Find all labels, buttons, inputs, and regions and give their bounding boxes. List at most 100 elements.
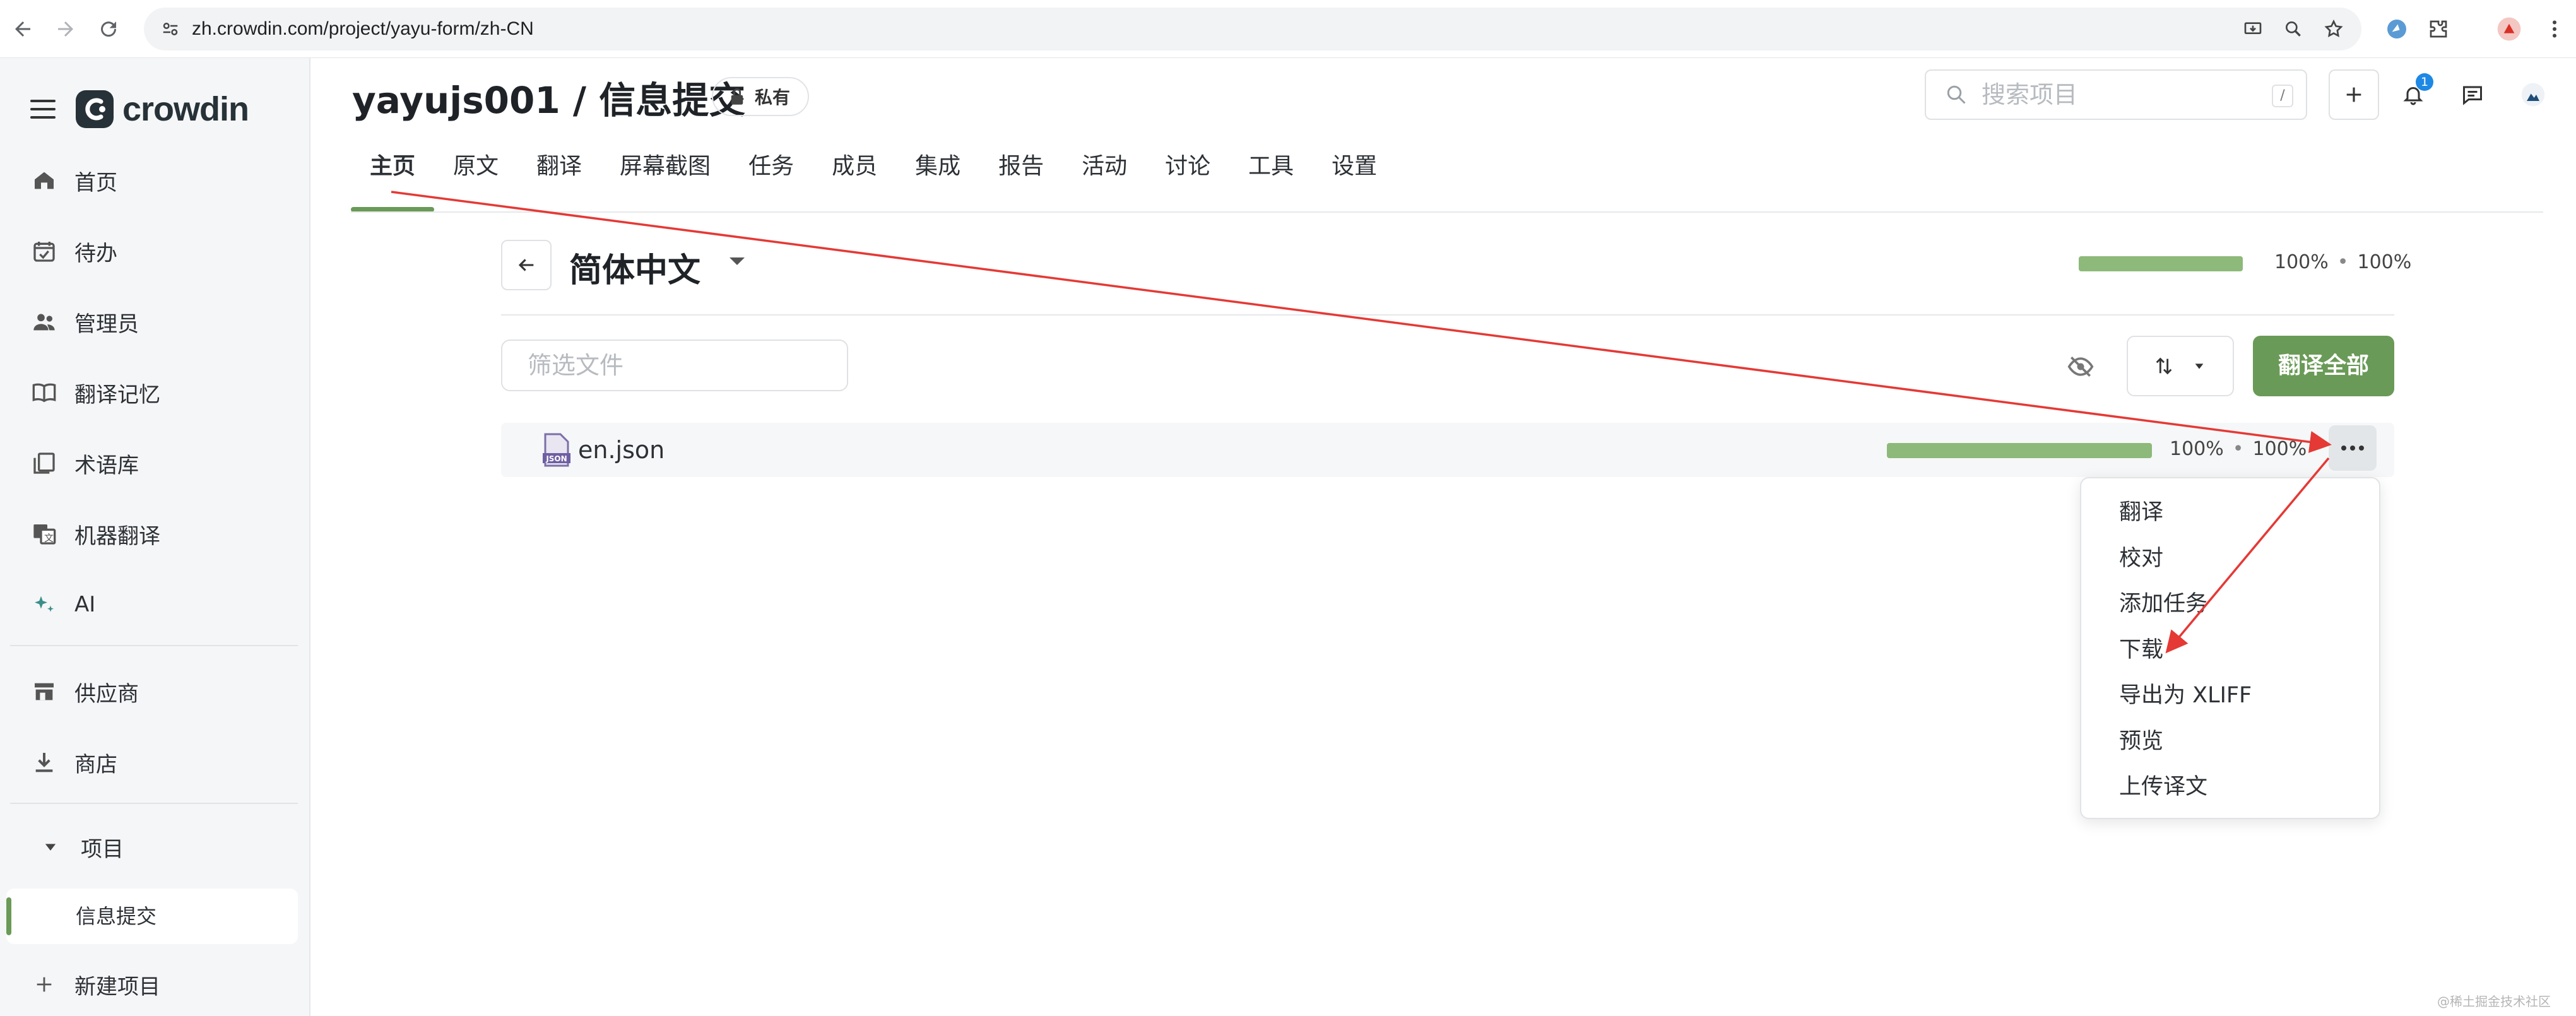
translated-percent: 100% [2274, 251, 2329, 273]
hamburger-menu-icon[interactable] [30, 100, 56, 119]
svg-text:文: 文 [44, 533, 54, 544]
sort-button[interactable] [2127, 336, 2234, 396]
glossary-icon [30, 449, 58, 477]
user-avatar[interactable] [2508, 69, 2558, 120]
menu-item-translate[interactable]: 翻译 [2081, 490, 2379, 536]
menu-item-download[interactable]: 下载 [2081, 627, 2379, 673]
language-dropdown-caret-icon[interactable] [730, 257, 745, 265]
filter-files[interactable] [501, 340, 848, 391]
project-tabs: 主页 原文 翻译 屏幕截图 任务 成员 集成 报告 活动 讨论 工具 设置 [351, 144, 1396, 212]
translate-all-button[interactable]: 翻译全部 [2253, 336, 2394, 396]
messages-button[interactable] [2447, 69, 2498, 120]
bookmark-star-icon[interactable] [2319, 14, 2349, 44]
add-button[interactable] [2329, 69, 2379, 120]
json-file-icon: JSON [541, 433, 572, 467]
notification-badge: 1 [2416, 73, 2433, 91]
book-icon [30, 379, 58, 406]
tab-screenshots[interactable]: 屏幕截图 [601, 144, 730, 212]
file-context-menu: 翻译 校对 添加任务 下载 导出为 XLIFF 预览 上传译文 [2080, 477, 2380, 819]
language-progress-bar [2079, 256, 2243, 271]
tab-reports[interactable]: 报告 [979, 144, 1063, 212]
caret-down-icon [2192, 359, 2206, 373]
projects-section-label: 项目 [81, 836, 124, 862]
language-progress-text: 100% • 100% [2274, 251, 2412, 273]
translated-percent: 100% [2170, 438, 2224, 460]
sidebar-item-home[interactable]: 首页 [30, 154, 295, 207]
sidebar-item-ai[interactable]: AI [30, 578, 295, 631]
tab-settings[interactable]: 设置 [1313, 144, 1396, 212]
file-progress-bar [1887, 443, 2152, 458]
install-app-icon[interactable] [2238, 14, 2268, 44]
tab-tasks[interactable]: 任务 [730, 144, 813, 212]
forward-arrow-icon[interactable] [48, 11, 83, 47]
search-icon [1945, 83, 1968, 106]
private-label: 私有 [755, 87, 791, 108]
search-input[interactable] [1982, 81, 2247, 109]
back-arrow-icon[interactable] [5, 11, 40, 47]
zoom-icon[interactable] [2278, 14, 2308, 44]
sidebar-item-todo[interactable]: 待办 [30, 225, 295, 278]
extension-blue-icon[interactable] [2379, 11, 2414, 47]
private-badge[interactable]: 私有 [712, 77, 810, 116]
people-icon [30, 308, 58, 336]
tab-activity[interactable]: 活动 [1063, 144, 1146, 212]
notifications-button[interactable]: 1 [2388, 69, 2438, 120]
more-actions-button[interactable] [2329, 425, 2377, 471]
site-settings-icon[interactable] [155, 14, 186, 44]
projects-section-toggle[interactable]: 项目 [37, 820, 302, 873]
menu-item-add-task[interactable]: 添加任务 [2081, 581, 2379, 627]
sidebar-divider [10, 645, 298, 646]
filter-input[interactable] [528, 341, 830, 390]
brand-name[interactable]: crowdin [122, 90, 249, 129]
tabs-divider [351, 211, 2543, 213]
more-dot [2341, 446, 2346, 451]
store-icon [30, 678, 58, 706]
lock-icon [728, 87, 746, 106]
address-bar[interactable]: zh.crowdin.com/project/yayu-form/zh-CN [144, 8, 2361, 50]
sidebar-item-label: 术语库 [74, 452, 139, 478]
menu-item-preview[interactable]: 预览 [2081, 719, 2379, 765]
back-button[interactable] [501, 240, 552, 290]
browser-toolbar: zh.crowdin.com/project/yayu-form/zh-CN [0, 0, 2576, 58]
svg-text:JSON: JSON [545, 454, 567, 463]
extensions-puzzle-icon[interactable] [2421, 11, 2456, 47]
menu-item-proofread[interactable]: 校对 [2081, 536, 2379, 582]
tab-members[interactable]: 成员 [813, 144, 896, 212]
more-dot [2350, 446, 2355, 451]
tab-sources[interactable]: 原文 [434, 144, 517, 212]
tab-tools[interactable]: 工具 [1229, 144, 1313, 212]
sidebar-item-label: 机器翻译 [74, 523, 160, 549]
plus-icon [30, 971, 58, 998]
file-name[interactable]: en.json [578, 423, 665, 477]
sidebar-item-glossary[interactable]: 术语库 [30, 437, 295, 490]
sidebar-item-admins[interactable]: 管理员 [30, 295, 295, 348]
sidebar-item-translation-memory[interactable]: 翻译记忆 [30, 366, 295, 419]
sidebar-item-vendors[interactable]: 供应商 [30, 665, 295, 718]
tab-home[interactable]: 主页 [351, 144, 435, 212]
brand: crowdin [30, 81, 249, 138]
menu-item-export-xliff[interactable]: 导出为 XLIFF [2081, 673, 2379, 719]
sidebar-item-active-project[interactable]: 信息提交 [6, 889, 298, 944]
hide-completed-eye-off-icon[interactable] [2065, 351, 2096, 382]
sidebar-item-label: 供应商 [74, 681, 139, 707]
reload-icon[interactable] [91, 11, 126, 47]
new-project-button[interactable]: 新建项目 [30, 958, 295, 1011]
project-search[interactable]: / [1925, 69, 2307, 120]
crowdin-logo-icon[interactable] [76, 90, 114, 128]
caret-down-icon [37, 833, 64, 861]
approved-percent: 100% [2252, 438, 2307, 460]
tab-discussions[interactable]: 讨论 [1146, 144, 1229, 212]
sidebar-item-machine-translation[interactable]: 文 机器翻译 [30, 507, 295, 560]
browser-menu-icon[interactable] [2537, 11, 2572, 47]
menu-item-upload-translations[interactable]: 上传译文 [2081, 764, 2379, 810]
tab-translations[interactable]: 翻译 [517, 144, 601, 212]
profile-avatar-icon[interactable] [2491, 11, 2527, 47]
file-row[interactable]: JSON en.json 100% • 100% [501, 423, 2394, 477]
tab-integrations[interactable]: 集成 [896, 144, 979, 212]
sidebar-item-label: 商店 [74, 752, 117, 777]
sidebar-item-label: 首页 [74, 170, 117, 196]
download-icon [30, 748, 58, 776]
sidebar-item-label: 待办 [74, 240, 117, 266]
active-project-label: 信息提交 [76, 904, 157, 928]
sidebar-item-store[interactable]: 商店 [30, 736, 295, 789]
